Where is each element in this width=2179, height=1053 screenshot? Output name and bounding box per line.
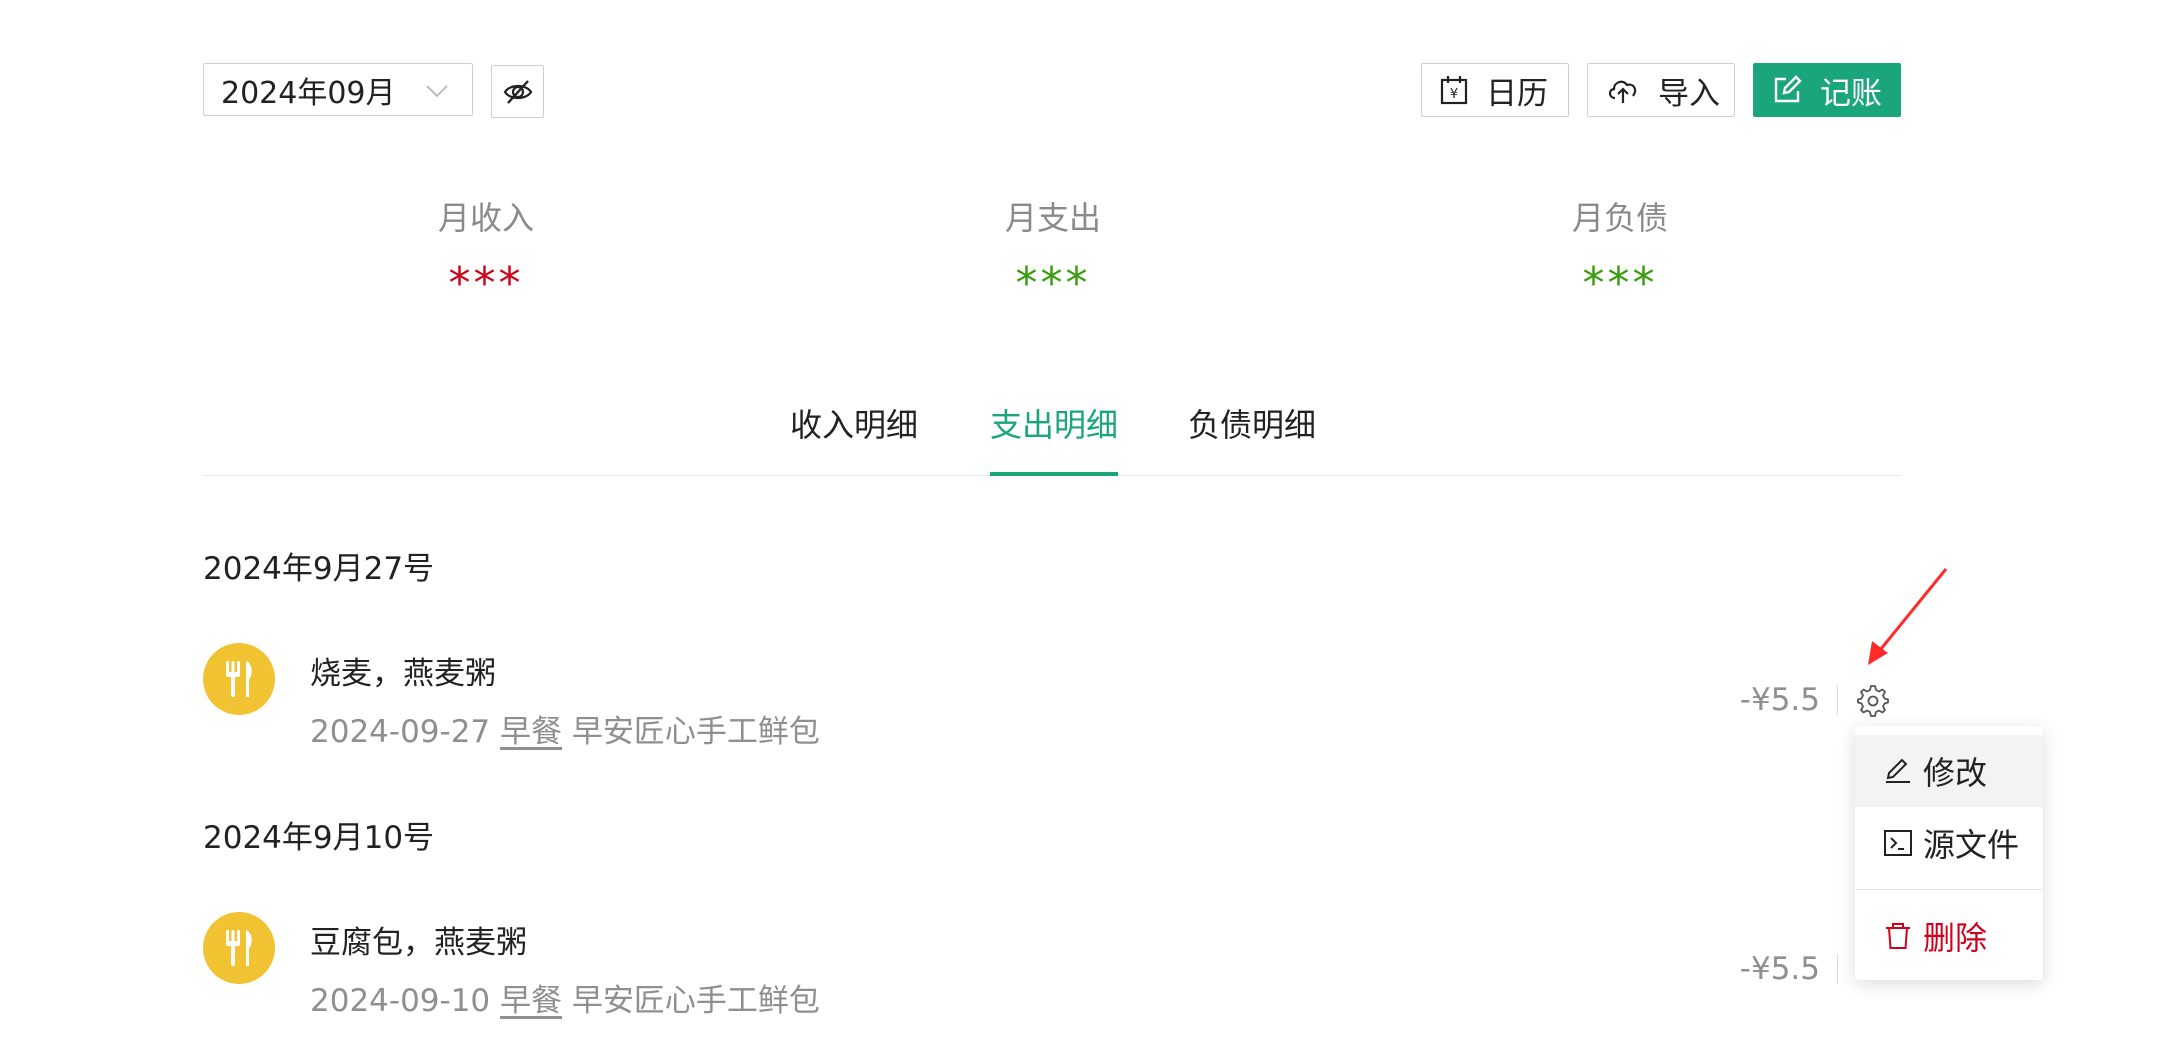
cloud-upload-icon: [1608, 80, 1637, 103]
import-button[interactable]: 导入: [1587, 63, 1735, 117]
ledger-page: 2024年09月 ¥ 日历 导入 记账 月收入 *** 月支出 *** 月负债 …: [0, 0, 2179, 1053]
record-action-menu: 修改 源文件 删除: [1855, 726, 2043, 980]
trash-icon: [1886, 923, 1910, 949]
record-amount: -¥5.5: [1739, 682, 1820, 718]
terminal-icon: [1884, 830, 1912, 856]
pencil-icon: [1886, 758, 1910, 783]
calendar-button[interactable]: ¥ 日历: [1421, 63, 1569, 117]
record-button[interactable]: 记账: [1753, 63, 1901, 117]
record-meta: 2024-09-27 早餐 早安匠心手工鲜包: [310, 706, 820, 751]
eye-off-icon: [503, 79, 532, 104]
record-amount: -¥5.5: [1739, 951, 1820, 987]
calendar-button-label: 日历: [1486, 75, 1548, 112]
fork-knife-icon: [203, 912, 275, 984]
menu-divider: [1855, 889, 2043, 890]
record-button-label: 记账: [1820, 75, 1882, 112]
record-title: 豆腐包，燕麦粥: [310, 925, 527, 961]
summary-debt-value: ***: [1582, 258, 1658, 309]
menu-item-delete[interactable]: 删除: [1855, 900, 2043, 972]
month-select-value: 2024年09月: [221, 75, 396, 111]
record-settings-button[interactable]: [1852, 680, 1892, 720]
gear-icon: [1857, 685, 1889, 717]
edit-icon: [1774, 75, 1802, 103]
summary-expense-label: 月支出: [1004, 199, 1101, 237]
summary-debt-label: 月负债: [1571, 199, 1668, 237]
tab-income-detail[interactable]: 收入明细: [790, 395, 918, 475]
menu-item-edit[interactable]: 修改: [1855, 735, 2043, 807]
summary-expense: 月支出 ***: [903, 196, 1203, 314]
record-merchant: 早安匠心手工鲜包: [571, 983, 820, 1019]
record-category-link[interactable]: 早餐: [500, 983, 562, 1019]
menu-item-edit-label: 修改: [1923, 754, 1988, 792]
import-button-label: 导入: [1658, 75, 1720, 112]
fork-knife-icon: [203, 643, 275, 715]
record-title: 烧麦，燕麦粥: [310, 656, 496, 692]
record-merchant: 早安匠心手工鲜包: [571, 714, 820, 750]
month-select[interactable]: 2024年09月: [203, 63, 473, 116]
detail-tabs: 收入明细 支出明细 负债明细: [203, 395, 1901, 476]
menu-item-source-file-label: 源文件: [1923, 826, 2020, 864]
calendar-icon: ¥: [1440, 76, 1468, 105]
divider: [1837, 685, 1838, 715]
menu-item-delete-label: 删除: [1923, 919, 1988, 957]
record-meta: 2024-09-10 早餐 早安匠心手工鲜包: [310, 975, 820, 1020]
date-heading: 2024年9月27号: [203, 551, 435, 587]
toggle-visibility-button[interactable]: [491, 65, 544, 118]
chevron-down-icon: [426, 85, 448, 98]
summary-income-value: ***: [448, 258, 524, 309]
summary-income: 月收入 ***: [336, 196, 636, 314]
summary-income-label: 月收入: [437, 199, 534, 237]
annotation-arrow-icon: [1868, 568, 1948, 665]
tab-debt-detail[interactable]: 负债明细: [1188, 395, 1316, 475]
record-date: 2024-09-27: [310, 714, 491, 750]
summary-debt: 月负债 ***: [1470, 196, 1770, 314]
tab-expense-detail[interactable]: 支出明细: [990, 395, 1119, 476]
divider: [1837, 954, 1838, 984]
svg-text:¥: ¥: [1450, 87, 1458, 102]
menu-item-source-file[interactable]: 源文件: [1855, 807, 2043, 879]
date-heading: 2024年9月10号: [203, 820, 435, 856]
record-date: 2024-09-10: [310, 983, 491, 1019]
record-category-link[interactable]: 早餐: [500, 714, 562, 750]
summary-expense-value: ***: [1015, 258, 1091, 309]
